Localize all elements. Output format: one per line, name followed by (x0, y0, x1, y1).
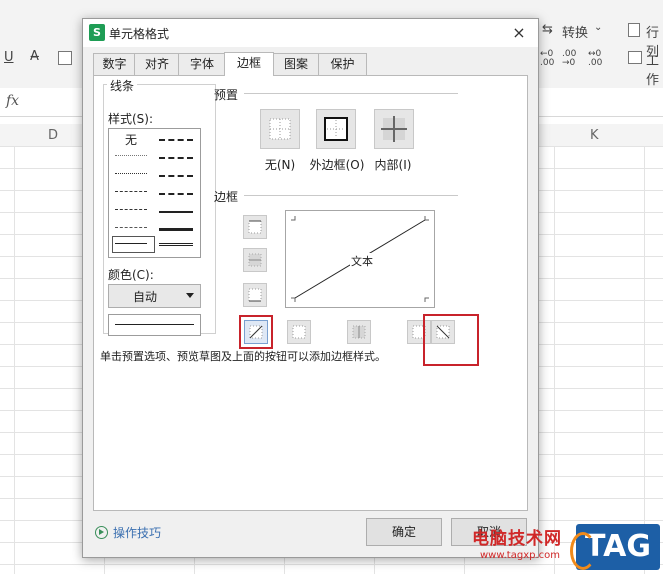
tips-link[interactable]: 操作技巧 (95, 524, 161, 541)
tips-link-label: 操作技巧 (113, 526, 162, 540)
logo-swirl-icon (570, 532, 596, 570)
increase-decimal-icon[interactable]: ←0.00 (540, 50, 554, 68)
line-style-selection (112, 236, 155, 253)
watermark: 电脑技术网 www.tagxp.com TAG (472, 524, 663, 574)
line-style-double[interactable] (159, 243, 193, 246)
preset-outline-label: 外边框(O) (309, 158, 365, 172)
border-bottom-button[interactable] (243, 283, 267, 307)
preset-outline-icon (324, 117, 348, 141)
line-style-slant-dash-dot[interactable] (159, 157, 193, 159)
dropdown-arrow-icon (186, 293, 194, 298)
line-style-medium-dash-dot[interactable] (159, 175, 193, 177)
column-header-k[interactable]: K (590, 128, 599, 143)
style-label: 样式(S): (108, 112, 154, 126)
border-left-icon (292, 325, 306, 339)
preview-sample-text: 文本 (350, 253, 374, 269)
line-style-none[interactable]: 无 (125, 131, 137, 148)
tab-protection[interactable]: 保护 (318, 53, 367, 75)
strikethrough-icon[interactable]: A̶ (30, 49, 39, 64)
border-title: 边框 (214, 190, 239, 204)
preset-none-icon (269, 118, 291, 140)
preset-none-button[interactable] (260, 109, 300, 149)
dialog-title: 单元格格式 (109, 27, 170, 41)
tab-border[interactable]: 边框 (224, 52, 274, 76)
convert-dropdown-icon[interactable]: ⌄ (594, 22, 602, 33)
highlight-box-diagonal-up (239, 315, 273, 349)
presets-title: 预置 (214, 88, 239, 102)
line-style-hair[interactable] (115, 155, 147, 156)
tab-pattern[interactable]: 图案 (272, 53, 320, 75)
preset-outline-button[interactable] (316, 109, 356, 149)
app-icon: S (89, 24, 105, 41)
border-top-icon (248, 220, 262, 234)
preset-inside-button[interactable] (374, 109, 414, 149)
watermark-url: www.tagxp.com (480, 550, 560, 561)
convert-button[interactable]: 转换 (562, 22, 588, 41)
border-tab-panel: 线条 样式(S): 无 颜色(C): 自动 预置 无(N) 外边框(O) 内部(… (93, 75, 528, 511)
cell-border-icon[interactable] (58, 51, 72, 65)
ok-button[interactable]: 确定 (366, 518, 442, 546)
line-style-thick[interactable] (159, 228, 193, 231)
line-color-preview (108, 314, 201, 336)
format-cells-dialog: S 单元格格式 × 数字 对齐 字体 边框 图案 保护 线条 样式(S): 无 (82, 18, 539, 558)
preset-none-label: 无(N) (264, 158, 296, 172)
play-circle-icon (95, 526, 108, 539)
line-style-medium-dash-dot-dot[interactable] (159, 139, 193, 141)
tab-font[interactable]: 字体 (178, 53, 226, 75)
border-inside-horizontal-icon (248, 253, 262, 267)
preset-inside-label: 内部(I) (374, 158, 412, 172)
border-middle-horizontal-button[interactable] (243, 248, 267, 272)
presets-divider (244, 93, 458, 94)
color-dropdown[interactable]: 自动 (108, 284, 201, 308)
border-top-button[interactable] (243, 215, 267, 239)
line-style-dash-dot[interactable] (115, 209, 147, 210)
border-divider (244, 195, 458, 196)
line-group-title: 线条 (107, 77, 138, 94)
border-left-button[interactable] (287, 320, 311, 344)
border-middle-vertical-button[interactable] (347, 320, 371, 344)
border-preview[interactable]: 文本 (285, 210, 435, 308)
rows-cols-icon[interactable] (628, 23, 640, 37)
color-dropdown-value: 自动 (133, 290, 158, 304)
tab-alignment[interactable]: 对齐 (134, 53, 180, 75)
decrease-decimal-icon[interactable]: .00 →0 (562, 50, 576, 68)
tab-number[interactable]: 数字 (93, 53, 136, 75)
preset-inside-icon (381, 116, 407, 142)
line-style-dashed[interactable] (115, 227, 147, 228)
border-inside-vertical-icon (352, 325, 366, 339)
underline-button[interactable]: U (4, 50, 14, 65)
line-style-dash-dot-dot[interactable] (115, 191, 147, 192)
line-style-list[interactable]: 无 (108, 128, 201, 258)
convert-icon[interactable]: ⇆ (542, 22, 553, 37)
dialog-titlebar[interactable]: S 单元格格式 × (83, 19, 538, 47)
fx-icon[interactable]: fx (6, 93, 19, 109)
worksheet-button[interactable]: 工作 (646, 50, 663, 88)
line-style-dotted[interactable] (115, 173, 147, 174)
close-button[interactable]: × (508, 22, 530, 44)
highlight-box-diagonal-down (423, 314, 479, 366)
watermark-site-name: 电脑技术网 (472, 529, 562, 549)
border-bottom-icon (248, 288, 262, 302)
worksheet-icon[interactable] (628, 51, 642, 64)
line-style-medium-dashed[interactable] (159, 193, 193, 195)
column-header-d[interactable]: D (48, 128, 58, 143)
line-style-medium[interactable] (159, 211, 193, 213)
color-label: 颜色(C): (108, 268, 154, 282)
decimal-format-icon[interactable]: ↔0.00 (588, 50, 602, 68)
border-hint-text: 单击预置选项、预览草图及上面的按钮可以添加边框样式。 (100, 350, 386, 363)
